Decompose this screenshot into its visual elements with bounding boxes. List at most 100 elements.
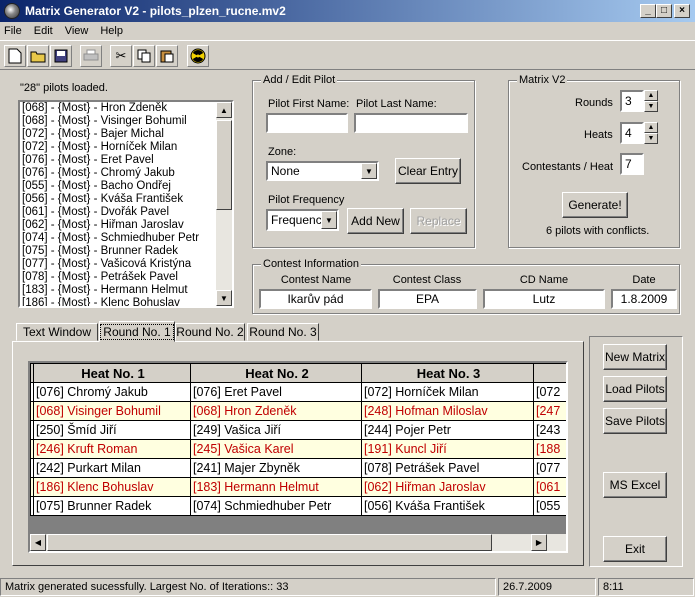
add-new-button[interactable]: Add New — [347, 208, 404, 234]
exit-button[interactable]: Exit — [603, 536, 667, 562]
contest-class-field[interactable]: EPA — [378, 289, 477, 309]
table-cell[interactable]: [249] Vašica Jiří — [190, 420, 362, 440]
zone-select[interactable]: None ▼ — [266, 161, 379, 181]
scroll-thumb[interactable] — [216, 120, 232, 210]
grid-hscrollbar[interactable]: ◀ ▶ — [30, 534, 566, 551]
table-cell[interactable]: [247 — [533, 401, 566, 421]
column-header[interactable]: Heat No. 3 — [361, 363, 534, 383]
menu-view[interactable]: View — [65, 25, 89, 37]
contestants-field[interactable]: 7 — [620, 153, 644, 175]
table-row[interactable]: [246] Kruft Roman [245] Vašica Karel [191]… — [30, 439, 566, 459]
list-item[interactable]: [076] - {Most} - Chromý Jakub — [20, 167, 232, 180]
table-cell[interactable]: [061 — [533, 477, 566, 497]
contest-name-field[interactable]: Ikarův pád — [259, 289, 372, 309]
frequency-select[interactable]: Frequency ▼ — [266, 209, 339, 231]
list-item[interactable]: [061] - {Most} - Dvořák Pavel — [20, 206, 232, 219]
list-item[interactable]: [056] - {Most} - Kváša František — [20, 193, 232, 206]
menu-file[interactable]: File — [4, 25, 22, 37]
table-row[interactable]: [068] Visinger Bohumil [068] Hron Zdeněk[… — [30, 401, 566, 421]
table-cell[interactable]: [076] Eret Pavel — [190, 382, 362, 402]
new-matrix-button[interactable]: New Matrix — [603, 344, 667, 370]
cut-icon[interactable]: ✂ — [110, 45, 132, 67]
table-cell[interactable]: [078] Petrášek Pavel — [361, 458, 534, 478]
list-item[interactable]: [072] - {Most} - Bajer Michal — [20, 128, 232, 141]
ms-excel-button[interactable]: MS Excel — [603, 472, 667, 498]
tab-text-window[interactable]: Text Window — [16, 323, 98, 341]
list-item[interactable]: [078] - {Most} - Petrášek Pavel — [20, 271, 232, 284]
list-item[interactable]: [068] - {Most} - Hron Zdeněk — [20, 102, 232, 115]
scroll-right-icon[interactable]: ▶ — [531, 534, 547, 551]
list-item[interactable]: [075] - {Most} - Brunner Radek — [20, 245, 232, 258]
list-item[interactable]: [076] - {Most} - Eret Pavel — [20, 154, 232, 167]
last-name-field[interactable] — [354, 113, 468, 133]
table-cell[interactable]: [188 — [533, 439, 566, 459]
tab-round-1[interactable]: Round No. 1 — [99, 321, 175, 342]
rounds-field[interactable]: 3 — [620, 90, 644, 112]
table-cell[interactable]: [068] Hron Zdeněk — [190, 401, 362, 421]
table-row[interactable]: [242] Purkart Milan [241] Majer Zbyněk [07… — [30, 458, 566, 478]
table-cell[interactable]: [248] Hofman Miloslav — [361, 401, 534, 421]
column-header[interactable]: Heat No. 2 — [190, 363, 362, 383]
column-header[interactable]: Heat No. 1 — [33, 363, 191, 383]
save-pilots-button[interactable]: Save Pilots — [603, 408, 667, 434]
save-icon[interactable] — [50, 45, 72, 67]
maximize-icon[interactable]: □ — [656, 4, 672, 18]
scroll-left-icon[interactable]: ◀ — [30, 534, 46, 551]
list-item[interactable]: [183] - {Most} - Hermann Helmut — [20, 284, 232, 297]
column-header[interactable] — [533, 363, 566, 383]
radiation-icon[interactable] — [187, 45, 209, 67]
table-cell[interactable]: [243 — [533, 420, 566, 440]
list-item[interactable]: [062] - {Most} - Hiřman Jaroslav — [20, 219, 232, 232]
clear-entry-button[interactable]: Clear Entry — [395, 158, 461, 184]
scroll-down-icon[interactable]: ▼ — [216, 290, 232, 306]
table-cell[interactable]: [068] Visinger Bohumil — [33, 401, 191, 421]
replace-button[interactable]: Replace — [410, 208, 467, 234]
rounds-down-icon[interactable]: ▼ — [644, 101, 658, 112]
tab-round-2[interactable]: Round No. 2 — [175, 323, 245, 341]
list-item[interactable]: [068] - {Most} - Visinger Bohumil — [20, 115, 232, 128]
table-cell[interactable]: [056] Kváša František — [361, 496, 534, 516]
table-cell[interactable]: [241] Majer Zbyněk — [190, 458, 362, 478]
heats-down-icon[interactable]: ▼ — [644, 133, 658, 144]
print-icon[interactable] — [80, 45, 102, 67]
table-cell[interactable]: [246] Kruft Roman — [33, 439, 191, 459]
paste-icon[interactable] — [156, 45, 178, 67]
copy-icon[interactable] — [133, 45, 155, 67]
table-cell[interactable]: [077 — [533, 458, 566, 478]
table-row[interactable]: [076] Chromý Jakub [076] Eret Pavel [072] … — [30, 382, 566, 402]
hscroll-thumb[interactable] — [47, 534, 492, 551]
table-cell[interactable]: [191] Kuncl Jiří — [361, 439, 534, 459]
list-item[interactable]: [072] - {Most} - Horníček Milan — [20, 141, 232, 154]
table-row[interactable]: [075] Brunner Radek [074] Schmiedhuber Pe… — [30, 496, 566, 516]
table-cell[interactable]: [062] Hiřman Jaroslav — [361, 477, 534, 497]
tab-round-3[interactable]: Round No. 3 — [247, 323, 319, 341]
date-field[interactable]: 1.8.2009 — [611, 289, 677, 309]
list-item[interactable]: [186] - {Most} - Klenc Bohuslav — [20, 297, 232, 306]
table-cell[interactable]: [076] Chromý Jakub — [33, 382, 191, 402]
table-cell[interactable]: [245] Vašica Karel — [190, 439, 362, 459]
table-cell[interactable]: [183] Hermann Helmut — [190, 477, 362, 497]
table-cell[interactable]: [055 — [533, 496, 566, 516]
pilot-list[interactable]: [068] - {Most} - Hron Zdeněk [068] - {Mos… — [18, 100, 234, 308]
open-folder-icon[interactable] — [27, 45, 49, 67]
heats-up-icon[interactable]: ▲ — [644, 122, 658, 133]
table-cell[interactable]: [072 — [533, 382, 566, 402]
list-item[interactable]: [077] - {Most} - Vašicová Kristýna — [20, 258, 232, 271]
scroll-up-icon[interactable]: ▲ — [216, 102, 232, 118]
table-cell[interactable]: [075] Brunner Radek — [33, 496, 191, 516]
load-pilots-button[interactable]: Load Pilots — [603, 376, 667, 402]
chevron-down-icon[interactable]: ▼ — [321, 211, 337, 229]
heats-field[interactable]: 4 — [620, 122, 644, 144]
menu-edit[interactable]: Edit — [34, 25, 53, 37]
table-cell[interactable]: [186] Klenc Bohuslav — [33, 477, 191, 497]
list-item[interactable]: [055] - {Most} - Bacho Ondřej — [20, 180, 232, 193]
minimize-icon[interactable]: _ — [640, 4, 656, 18]
menu-help[interactable]: Help — [100, 25, 123, 37]
table-row[interactable]: [250] Šmíd Jiří [249] Vašica Jiří [244] Po… — [30, 420, 566, 440]
table-cell[interactable]: [074] Schmiedhuber Petr — [190, 496, 362, 516]
rounds-up-icon[interactable]: ▲ — [644, 90, 658, 101]
table-row[interactable]: [186] Klenc Bohuslav [183] Hermann Helmut… — [30, 477, 566, 497]
table-cell[interactable]: [242] Purkart Milan — [33, 458, 191, 478]
table-cell[interactable]: [244] Pojer Petr — [361, 420, 534, 440]
cd-name-field[interactable]: Lutz — [483, 289, 605, 309]
